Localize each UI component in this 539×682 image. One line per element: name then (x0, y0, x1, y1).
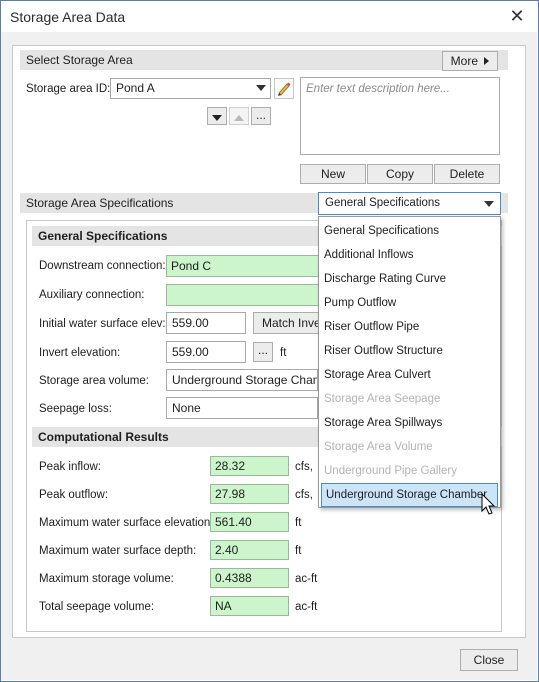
invert-elev-value: 559.00 (172, 345, 209, 359)
invert-elev-label: Invert elevation: (39, 347, 121, 359)
triangle-up-icon (234, 114, 244, 121)
move-down-button[interactable] (207, 107, 227, 125)
dropdown-option-riser-outflow-pipe[interactable]: Riser Outflow Pipe (320, 315, 501, 339)
new-button[interactable]: New (300, 164, 366, 184)
more-label: More (450, 54, 478, 68)
move-up-button[interactable] (229, 107, 249, 125)
edit-pencil-icon[interactable] (274, 78, 294, 99)
seepage-combo[interactable]: None (166, 397, 318, 419)
result-label: Peak outflow: (39, 489, 109, 501)
more-button[interactable]: More (442, 51, 498, 71)
invert-browse-button[interactable]: ... (253, 342, 273, 362)
invert-unit: ft (280, 347, 287, 359)
delete-button[interactable]: Delete (434, 164, 500, 184)
description-textarea[interactable]: Enter text description here... (300, 77, 500, 155)
result-label: Maximum water surface elevation: (39, 517, 214, 529)
result-value: NA (210, 596, 289, 616)
result-value: 28.32 (210, 456, 289, 476)
initial-elev-label: Initial water surface elev: (39, 318, 166, 330)
chevron-down-icon (484, 201, 494, 207)
copy-button[interactable]: Copy (367, 164, 433, 184)
select-area-header: Select Storage Area (20, 50, 508, 70)
seepage-value: None (172, 401, 201, 415)
downstream-field[interactable]: Pond C (166, 255, 326, 277)
dropdown-option-general-specifications[interactable]: General Specifications (320, 219, 501, 243)
result-unit: ft (295, 517, 302, 529)
window-title: Storage Area Data (10, 9, 126, 25)
dropdown-option-pump-outflow[interactable]: Pump Outflow (320, 291, 501, 315)
invert-elev-input[interactable]: 559.00 (166, 341, 246, 363)
general-title: General Specifications (38, 229, 168, 243)
auxiliary-label: Auxiliary connection: (39, 289, 145, 301)
dropdown-option-underground-pipe-gallery: Underground Pipe Gallery (324, 465, 457, 477)
result-label: Total seepage volume: (39, 601, 155, 613)
dropdown-option-discharge-rating-curve[interactable]: Discharge Rating Curve (320, 267, 501, 291)
result-unit: cfs, (295, 489, 313, 501)
result-value: 27.98 (210, 484, 289, 504)
storage-area-id-label: Storage area ID: (26, 83, 111, 95)
downstream-value: Pond C (171, 259, 212, 273)
dropdown-option-storage-area-spillways[interactable]: Storage Area Spillways (320, 411, 501, 435)
result-label: Maximum water surface depth: (39, 545, 197, 557)
result-value: 0.4388 (210, 568, 289, 588)
dropdown-option-storage-area-culvert[interactable]: Storage Area Culvert (320, 363, 501, 387)
result-unit: ac-ft (295, 601, 318, 613)
close-icon[interactable]: ✕ (506, 5, 528, 27)
downstream-label: Downstream connection: (39, 260, 166, 272)
select-area-title: Select Storage Area (26, 53, 133, 67)
specs-title: Storage Area Specifications (26, 196, 174, 210)
close-button[interactable]: Close (460, 649, 518, 671)
result-label: Maximum storage volume: (39, 573, 174, 585)
dropdown-option-underground-storage-chamber[interactable]: Underground Storage Chamber (321, 483, 498, 507)
result-unit: ac-ft (295, 573, 318, 585)
volume-combo[interactable]: Underground Storage Chambe (166, 369, 318, 391)
seepage-label: Seepage loss: (39, 403, 112, 415)
result-value: 561.40 (210, 512, 289, 532)
result-unit: cfs, (295, 461, 313, 473)
title-bar: Storage Area Data ✕ (1, 1, 538, 33)
storage-area-id-combo[interactable]: Pond A (110, 78, 271, 99)
auxiliary-field[interactable] (166, 284, 326, 306)
results-title: Computational Results (38, 430, 169, 444)
triangle-down-icon (212, 114, 222, 121)
result-label: Peak inflow: (39, 461, 102, 473)
initial-elev-value: 559.00 (172, 316, 209, 330)
dropdown-option-storage-area-volume: Storage Area Volume (324, 441, 433, 453)
result-unit: ft (295, 545, 302, 557)
dropdown-option-additional-inflows[interactable]: Additional Inflows (320, 243, 501, 267)
caret-right-icon (484, 57, 490, 65)
specs-dropdown-list: General Specifications Additional Inflow… (318, 216, 501, 508)
initial-elev-input[interactable]: 559.00 (166, 312, 246, 334)
volume-value: Underground Storage Chambe (172, 373, 317, 387)
dropdown-option-riser-outflow-structure[interactable]: Riser Outflow Structure (320, 339, 501, 363)
specs-dropdown-value: General Specifications (325, 197, 441, 209)
volume-label: Storage area volume: (39, 375, 149, 387)
browse-button[interactable]: ... (251, 107, 271, 125)
description-placeholder: Enter text description here... (306, 83, 450, 95)
chevron-down-icon (256, 85, 266, 91)
result-value: 2.40 (210, 540, 289, 560)
mouse-cursor-icon (481, 492, 497, 520)
dropdown-option-storage-area-seepage: Storage Area Seepage (324, 393, 441, 405)
match-invert-button[interactable]: Match Inve (253, 312, 323, 334)
storage-area-id-value: Pond A (116, 81, 155, 95)
specs-dropdown[interactable]: General Specifications (318, 192, 501, 215)
